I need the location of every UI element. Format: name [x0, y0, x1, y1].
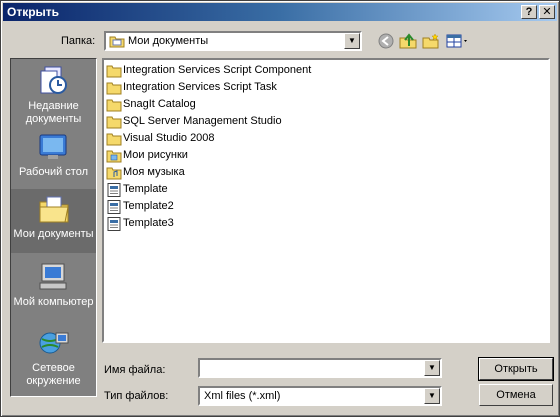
place-label: Рабочий стол	[18, 166, 89, 178]
file-name: Integration Services Script Task	[123, 81, 277, 93]
file-name: Template3	[123, 217, 174, 229]
xml-file-icon	[107, 183, 121, 197]
my-documents-icon	[39, 196, 69, 223]
place-label: Сетевое окружение	[26, 362, 81, 387]
file-name: Visual Studio 2008	[123, 132, 215, 144]
filetype-label: Тип файлов:	[104, 390, 169, 402]
filename-label: Имя файла:	[104, 364, 166, 376]
lookin-value: Мои документы	[128, 35, 209, 47]
file-name: SQL Server Management Studio	[123, 115, 282, 127]
desktop-icon	[39, 134, 66, 159]
close-button[interactable]: ✕	[539, 5, 555, 19]
help-button[interactable]: ?	[521, 5, 537, 19]
dialog-title: Открыть	[7, 5, 60, 19]
file-name: Template	[123, 183, 168, 195]
chevron-down-icon[interactable]: ▼	[424, 360, 440, 376]
file-name: SnagIt Catalog	[123, 98, 196, 110]
file-name: Мои рисунки	[123, 149, 188, 161]
title-bar[interactable]: Открыть ? ✕	[3, 3, 557, 21]
place-label: Мой компьютер	[13, 296, 94, 308]
lookin-label: Папка:	[61, 35, 96, 47]
place-recent-documents[interactable]: Недавние документы	[11, 61, 96, 125]
file-name: Моя музыка	[123, 166, 185, 178]
file-list[interactable]: Integration Services Script Component In…	[102, 58, 550, 343]
network-icon	[39, 332, 68, 354]
xml-file-icon	[107, 200, 121, 214]
open-button[interactable]: Открыть	[478, 357, 554, 381]
music-folder-icon	[106, 167, 122, 180]
file-name: Template2	[123, 200, 174, 212]
place-my-computer[interactable]: Мой компьютер	[11, 257, 96, 321]
folder-icon	[106, 65, 122, 78]
place-my-documents[interactable]: Мои документы	[11, 189, 96, 253]
filename-input[interactable]: ▼	[198, 358, 442, 378]
chevron-down-icon[interactable]: ▼	[424, 388, 440, 404]
cancel-button[interactable]: Отмена	[479, 384, 553, 406]
place-desktop[interactable]: Рабочий стол	[11, 127, 96, 189]
place-label: Мои документы	[13, 228, 94, 240]
pictures-folder-icon	[106, 150, 122, 163]
folder-icon	[106, 82, 122, 95]
filetype-dropdown[interactable]: Xml files (*.xml) ▼	[198, 386, 442, 406]
place-label: Недавние документы	[25, 100, 82, 125]
view-menu-icon[interactable]	[446, 33, 470, 49]
lookin-dropdown[interactable]: Мои документы ▼	[104, 31, 362, 51]
xml-file-icon	[107, 217, 121, 231]
folder-icon	[106, 116, 122, 129]
filetype-value: Xml files (*.xml)	[204, 390, 281, 402]
file-name: Integration Services Script Component	[123, 64, 312, 76]
chevron-down-icon[interactable]: ▼	[344, 33, 360, 49]
recent-documents-icon	[40, 66, 67, 94]
back-icon[interactable]	[377, 33, 395, 49]
open-dialog: Открыть ? ✕ Папка: Мои документы ▼ Недав…	[0, 0, 560, 417]
my-computer-icon	[39, 263, 66, 290]
folder-icon	[106, 133, 122, 146]
up-folder-icon[interactable]	[399, 33, 417, 49]
place-network[interactable]: Сетевое окружение	[11, 323, 96, 387]
my-documents-small-icon	[109, 36, 125, 48]
new-folder-icon[interactable]	[422, 33, 440, 49]
folder-icon	[106, 99, 122, 112]
places-bar: Недавние документы Рабочий стол Мои доку…	[10, 58, 97, 397]
